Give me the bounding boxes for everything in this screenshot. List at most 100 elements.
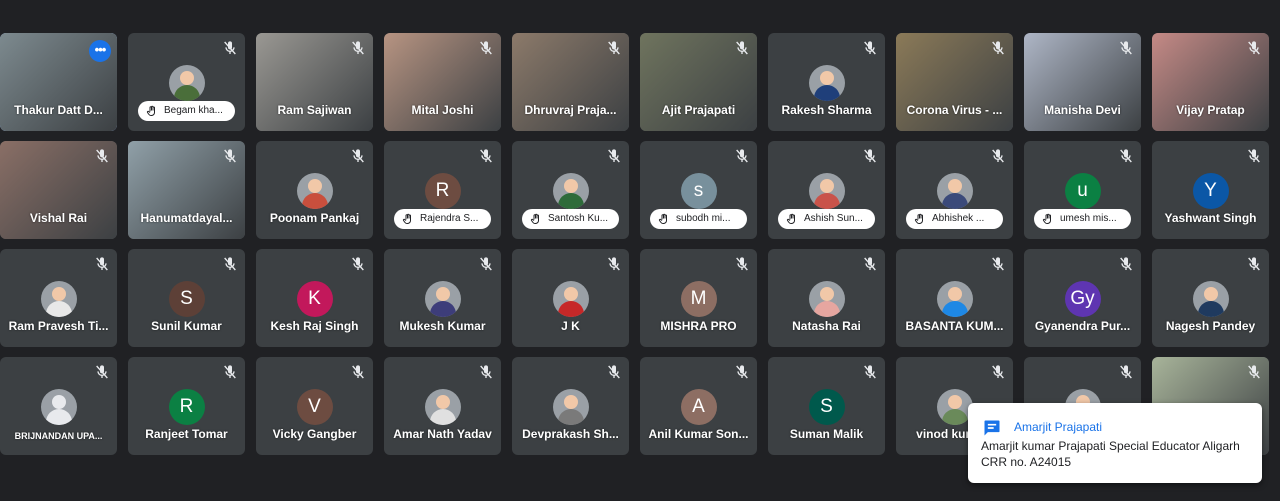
avatar xyxy=(552,281,589,317)
participant-tile[interactable]: R Rajendra S... xyxy=(384,141,501,239)
participant-name: Rajendra S... xyxy=(420,213,479,224)
participant-tile[interactable]: Hanumatdayal... xyxy=(128,141,245,239)
mic-off-icon xyxy=(606,364,622,380)
participant-tile[interactable]: ••• Thakur Datt D... xyxy=(0,33,117,131)
participant-tile[interactable]: Devprakash Sh... xyxy=(512,357,629,455)
raised-hand-badge: Begam kha... xyxy=(138,101,235,121)
mic-off-icon xyxy=(734,256,750,272)
chat-message-text: Amarjit kumar Prajapati Special Educator… xyxy=(981,439,1240,469)
participant-name: MISHRA PRO xyxy=(660,319,737,333)
mic-off-icon xyxy=(1246,364,1262,380)
mic-off-icon xyxy=(222,148,238,164)
participant-tile[interactable]: Santosh Ku... xyxy=(512,141,629,239)
mic-off-icon xyxy=(1246,148,1262,164)
avatar xyxy=(552,389,589,425)
participant-tile[interactable]: s subodh mi... xyxy=(640,141,757,239)
raised-hand-icon xyxy=(914,213,926,225)
more-options-icon[interactable]: ••• xyxy=(89,40,111,62)
avatar-initial: R xyxy=(168,389,205,425)
participant-name: Kesh Raj Singh xyxy=(270,319,359,333)
mic-off-icon xyxy=(990,40,1006,56)
participant-tile[interactable]: S Sunil Kumar xyxy=(128,249,245,347)
participant-tile[interactable]: Ram Pravesh Ti... xyxy=(0,249,117,347)
avatar-initial: Y xyxy=(1192,173,1229,209)
avatar-initial: V xyxy=(296,389,333,425)
participant-name: Amar Nath Yadav xyxy=(393,427,492,441)
participant-tile[interactable]: Corona Virus - ... xyxy=(896,33,1013,131)
mic-off-icon xyxy=(94,148,110,164)
avatar xyxy=(808,281,845,317)
avatar xyxy=(1192,281,1229,317)
participant-name: subodh mi... xyxy=(676,213,731,224)
mic-off-icon xyxy=(94,364,110,380)
raised-hand-icon xyxy=(658,213,670,225)
participant-name: Hanumatdayal... xyxy=(140,211,233,225)
mic-off-icon xyxy=(1118,256,1134,272)
participant-tile[interactable]: Rakesh Sharma xyxy=(768,33,885,131)
raised-hand-badge: umesh mis... xyxy=(1034,209,1131,229)
participant-tile[interactable]: Mital Joshi xyxy=(384,33,501,131)
participant-tile[interactable]: Y Yashwant Singh xyxy=(1152,141,1269,239)
participant-tile[interactable]: Dhruvraj Praja... xyxy=(512,33,629,131)
avatar-initial: K xyxy=(296,281,333,317)
mic-off-icon xyxy=(606,148,622,164)
mic-off-icon xyxy=(350,40,366,56)
participant-tile[interactable]: Gy Gyanendra Pur... xyxy=(1024,249,1141,347)
mic-off-icon xyxy=(222,40,238,56)
avatar xyxy=(936,173,973,209)
participant-name: Vicky Gangber xyxy=(272,427,357,441)
avatar xyxy=(552,173,589,209)
participant-tile[interactable]: M MISHRA PRO xyxy=(640,249,757,347)
participant-name: Rakesh Sharma xyxy=(781,103,872,117)
participant-grid: ••• Thakur Datt D... Begam kha... Ram Sajiw… xyxy=(0,33,1269,455)
participant-name: Gyanendra Pur... xyxy=(1034,319,1131,333)
participant-tile[interactable]: R Ranjeet Tomar xyxy=(128,357,245,455)
raised-hand-icon xyxy=(786,213,798,225)
participant-tile[interactable]: Nagesh Pandey xyxy=(1152,249,1269,347)
participant-tile[interactable]: Manisha Devi xyxy=(1024,33,1141,131)
participant-tile[interactable]: J K xyxy=(512,249,629,347)
participant-name: Mital Joshi xyxy=(411,103,474,117)
participant-tile[interactable]: K Kesh Raj Singh xyxy=(256,249,373,347)
participant-tile[interactable]: S Suman Malik xyxy=(768,357,885,455)
participant-tile[interactable]: Amar Nath Yadav xyxy=(384,357,501,455)
raised-hand-badge: Ashish Sun... xyxy=(778,209,875,229)
participant-name: Suman Malik xyxy=(789,427,864,441)
mic-off-icon xyxy=(222,364,238,380)
participant-tile[interactable]: V Vicky Gangber xyxy=(256,357,373,455)
participant-name: Ajit Prajapati xyxy=(661,103,736,117)
participant-tile[interactable]: Ajit Prajapati xyxy=(640,33,757,131)
participant-name: Corona Virus - ... xyxy=(906,103,1003,117)
mic-off-icon xyxy=(606,256,622,272)
avatar-initial: A xyxy=(680,389,717,425)
participant-tile[interactable]: Vijay Pratap xyxy=(1152,33,1269,131)
participant-tile[interactable]: Poonam Pankaj xyxy=(256,141,373,239)
participant-tile[interactable]: Begam kha... xyxy=(128,33,245,131)
mic-off-icon xyxy=(1118,40,1134,56)
mic-off-icon xyxy=(222,256,238,272)
participant-name: Ram Pravesh Ti... xyxy=(8,319,109,333)
avatar xyxy=(424,281,461,317)
participant-tile[interactable]: Mukesh Kumar xyxy=(384,249,501,347)
mic-off-icon xyxy=(478,148,494,164)
chat-notification[interactable]: Amarjit Prajapati Amarjit kumar Prajapat… xyxy=(968,403,1262,483)
raised-hand-badge: Abhishek ... xyxy=(906,209,1003,229)
participant-name: Ranjeet Tomar xyxy=(145,427,228,441)
participant-tile[interactable]: u umesh mis... xyxy=(1024,141,1141,239)
participant-tile[interactable]: BRIJNANDAN UPA... xyxy=(0,357,117,455)
participant-tile[interactable]: Vishal Rai xyxy=(0,141,117,239)
mic-off-icon xyxy=(734,148,750,164)
mic-off-icon xyxy=(1118,364,1134,380)
mic-off-icon xyxy=(606,40,622,56)
avatar xyxy=(808,65,845,101)
participant-tile[interactable]: A Anil Kumar Son... xyxy=(640,357,757,455)
participant-tile[interactable]: Ram Sajiwan xyxy=(256,33,373,131)
mic-off-icon xyxy=(1246,256,1262,272)
participant-tile[interactable]: Abhishek ... xyxy=(896,141,1013,239)
avatar xyxy=(424,389,461,425)
avatar-initial: s xyxy=(680,173,717,209)
participant-tile[interactable]: Natasha Rai xyxy=(768,249,885,347)
participant-name: Yashwant Singh xyxy=(1164,211,1257,225)
participant-tile[interactable]: Ashish Sun... xyxy=(768,141,885,239)
participant-tile[interactable]: BASANTA KUM... xyxy=(896,249,1013,347)
